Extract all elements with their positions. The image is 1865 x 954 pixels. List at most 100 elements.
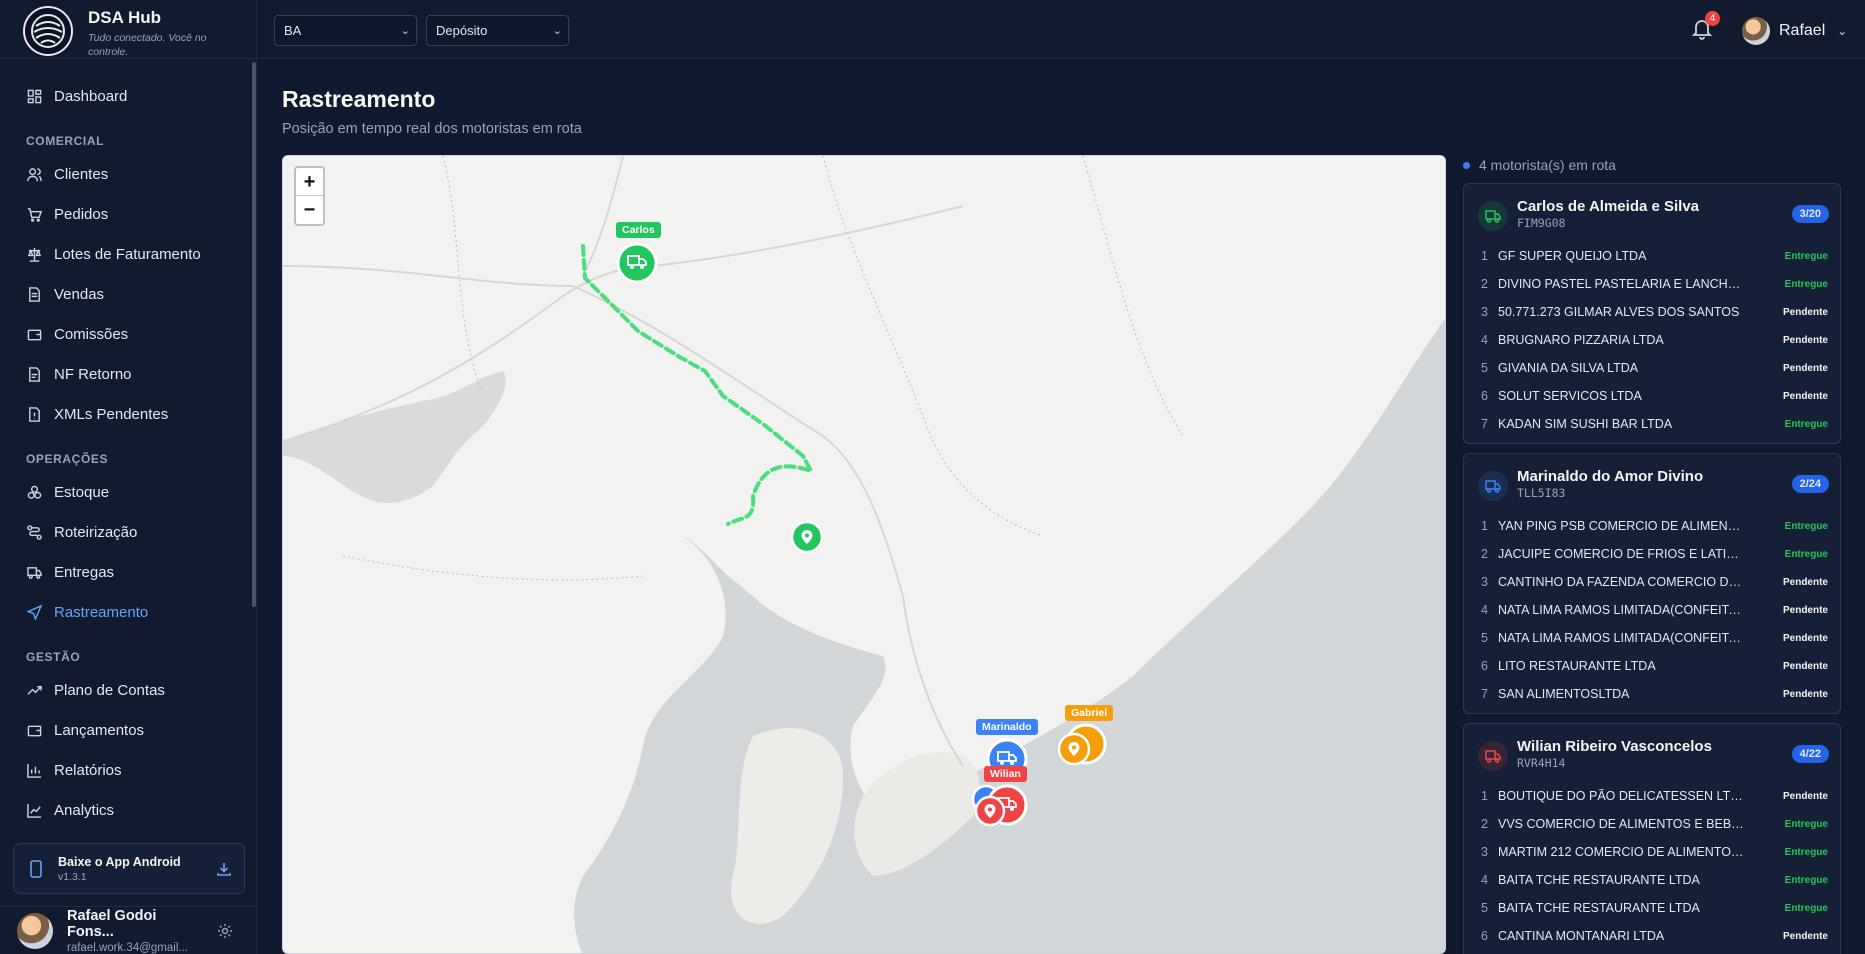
stop-number: 2 [1481, 277, 1488, 291]
stop-number: 2 [1481, 817, 1488, 831]
list-item[interactable]: 4 BAITA TCHE RESTAURANTE LTDA Entregue [1464, 866, 1840, 894]
sidebar-item-relatorios[interactable]: Relatórios [0, 750, 248, 790]
sidebar-item-comissoes[interactable]: Comissões [0, 314, 248, 354]
stop-number: 7 [1481, 417, 1488, 431]
list-item[interactable]: 1 GF SUPER QUEIJO LTDA Entregue [1464, 242, 1840, 270]
map-canvas [283, 156, 1445, 953]
zoom-in-button[interactable]: + [296, 168, 323, 196]
nav-section-operacoes: OPERAÇÕES [26, 452, 109, 466]
chevron-down-icon: ⌄ [552, 25, 562, 37]
list-item[interactable]: 3 50.771.273 GILMAR ALVES DOS SANTOS Pende… [1464, 298, 1840, 326]
status-badge: Entregue [1784, 874, 1828, 886]
list-item[interactable]: 4 NATA LIMA RAMOS LIMITADA(CONFEITARI... P… [1464, 596, 1840, 624]
list-item[interactable]: 1 BOUTIQUE DO PÃO DELICATESSEN LTDA-... Pe… [1464, 782, 1840, 810]
warehouse-select[interactable]: Depósito ⌄ [426, 15, 569, 46]
app-card-version: v1.3.1 [58, 870, 87, 883]
dsa-logo-icon[interactable] [23, 6, 73, 56]
stop-name: CANTINA MONTANARI LTDA [1498, 929, 1665, 943]
sidebar-item-label: Dashboard [54, 87, 128, 105]
list-item[interactable]: 3 CANTINHO DA FAZENDA COMERCIO DE AL... Pe… [1464, 568, 1840, 596]
status-dot [1463, 161, 1470, 169]
sidebar-item-xmls[interactable]: XMLs Pendentes [0, 394, 248, 434]
driver-card-carlos[interactable]: Carlos de Almeida e Silva FIM9G08 3/20 1… [1463, 183, 1841, 444]
status-badge: Pendente [1782, 632, 1828, 644]
driver-card-wilian[interactable]: Wilian Ribeiro Vasconcelos RVR4H14 4/22 … [1463, 723, 1841, 954]
sidebar-item-clientes[interactable]: Clientes [0, 154, 248, 194]
status-badge: Pendente [1782, 362, 1828, 374]
sidebar-item-rastreamento[interactable]: Rastreamento [0, 592, 248, 632]
stop-number: 5 [1481, 901, 1488, 915]
sidebar-item-nf-retorno[interactable]: NF Retorno [0, 354, 248, 394]
stop-name: BAITA TCHE RESTAURANTE LTDA [1498, 901, 1700, 915]
list-item[interactable]: 2 JACUIPE COMERCIO DE FRIOS E LATICINIO..… [1464, 540, 1840, 568]
sidebar-item-vendas[interactable]: Vendas [0, 274, 248, 314]
sidebar: DSA Hub Tudo conectado. Você no controle… [0, 0, 257, 954]
state-select-value: BA [284, 23, 302, 38]
sidebar-item-roteirizacao[interactable]: Roteirização [0, 512, 248, 552]
status-badge: Pendente [1782, 930, 1828, 942]
sidebar-item-analytics[interactable]: Analytics [0, 790, 248, 830]
driver-name: Marinaldo do Amor Divino [1517, 468, 1704, 485]
stop-name: SAN ALIMENTOSLTDA [1498, 687, 1630, 701]
scale-icon [27, 247, 42, 262]
list-item[interactable]: 3 MARTIM 212 COMERCIO DE ALIMENTOS LT... E… [1464, 838, 1840, 866]
avatar [17, 912, 53, 949]
state-select[interactable]: BA ⌄ [274, 15, 417, 46]
sidebar-item-label: Plano de Contas [54, 681, 165, 699]
stop-number: 2 [1481, 547, 1488, 561]
dashboard-icon [27, 89, 42, 103]
list-item[interactable]: 6 LITO RESTAURANTE LTDA Pendente [1464, 652, 1840, 680]
list-item[interactable]: 5 BAITA TCHE RESTAURANTE LTDA Entregue [1464, 894, 1840, 922]
sidebar-item-lotes[interactable]: Lotes de Faturamento [0, 234, 248, 274]
android-app-card[interactable]: Baixe o App Android v1.3.1 [13, 843, 245, 894]
settings-icon[interactable] [217, 923, 233, 939]
brand-title: DSA Hub [88, 8, 162, 27]
status-badge: Pendente [1782, 306, 1828, 318]
driver-name: Carlos de Almeida e Silva [1517, 198, 1700, 215]
notification-badge: 4 [1705, 11, 1720, 26]
status-badge: Entregue [1784, 278, 1828, 290]
cart-icon [27, 207, 42, 222]
list-item[interactable]: 6 SOLUT SERVICOS LTDA Pendente [1464, 382, 1840, 410]
list-item[interactable]: 2 DIVINO PASTEL PASTELARIA E LANCHONE... E… [1464, 270, 1840, 298]
user-menu[interactable]: Rafael ⌄ [1742, 17, 1847, 45]
sidebar-item-dashboard[interactable]: Dashboard [0, 76, 248, 116]
download-icon[interactable] [216, 861, 232, 877]
list-item[interactable]: 7 KADAN SIM SUSHI BAR LTDA Entregue [1464, 410, 1840, 438]
sidebar-item-lancamentos[interactable]: Lançamentos [0, 710, 248, 750]
status-badge: Pendente [1782, 576, 1828, 588]
list-item[interactable]: 1 YAN PING PSB COMERCIO DE ALIMENTOS ... E… [1464, 512, 1840, 540]
driver-label-marinaldo: Marinaldo [976, 719, 1038, 735]
list-item[interactable]: 6 CANTINA MONTANARI LTDA Pendente [1464, 922, 1840, 950]
list-item[interactable]: 2 VVS COMERCIO DE ALIMENTOS E BEBIDAS... E… [1464, 810, 1840, 838]
stop-name: YAN PING PSB COMERCIO DE ALIMENTOS ... [1498, 519, 1745, 533]
user-footer[interactable]: Rafael Godoi Fons... rafael.work.34@gmai… [0, 906, 257, 954]
stop-name: JACUIPE COMERCIO DE FRIOS E LATICINIO... [1498, 547, 1745, 561]
sidebar-scrollbar[interactable] [252, 62, 256, 607]
stop-pin-green[interactable] [790, 520, 824, 554]
route-icon [27, 524, 42, 540]
list-item[interactable]: 5 GIVANIA DA SILVA LTDA Pendente [1464, 354, 1840, 382]
drivers-count: 4 motorista(s) em rota [1463, 157, 1616, 173]
zoom-out-button[interactable]: − [296, 196, 323, 224]
sidebar-item-label: Lotes de Faturamento [54, 245, 201, 263]
delivery-count-badge: 2/24 [1791, 475, 1829, 493]
avatar [1742, 17, 1770, 45]
sidebar-item-entregas[interactable]: Entregas [0, 552, 248, 592]
file-alert-icon [29, 406, 40, 422]
driver-marker-carlos[interactable] [616, 242, 658, 284]
list-item[interactable]: 7 SAN ALIMENTOSLTDA Pendente [1464, 680, 1840, 708]
tracking-map[interactable]: + − Carlos Marinaldo Wilian Gabriel [282, 155, 1446, 954]
driver-card-marinaldo[interactable]: Marinaldo do Amor Divino TLL5I83 2/24 1Y… [1463, 453, 1841, 714]
status-badge: Pendente [1782, 660, 1828, 672]
sidebar-item-plano-contas[interactable]: Plano de Contas [0, 670, 248, 710]
stop-name: LITO RESTAURANTE LTDA [1498, 659, 1656, 673]
stop-number: 1 [1481, 789, 1488, 803]
truck-icon [1478, 741, 1508, 771]
stop-number: 5 [1481, 631, 1488, 645]
list-item[interactable]: 4 BRUGNARO PIZZARIA LTDA Pendente [1464, 326, 1840, 354]
sidebar-item-estoque[interactable]: Estoque [0, 472, 248, 512]
list-item[interactable]: 5 NATA LIMA RAMOS LIMITADA(CONFEITARI... P… [1464, 624, 1840, 652]
sidebar-item-pedidos[interactable]: Pedidos [0, 194, 248, 234]
status-badge: Pendente [1782, 790, 1828, 802]
